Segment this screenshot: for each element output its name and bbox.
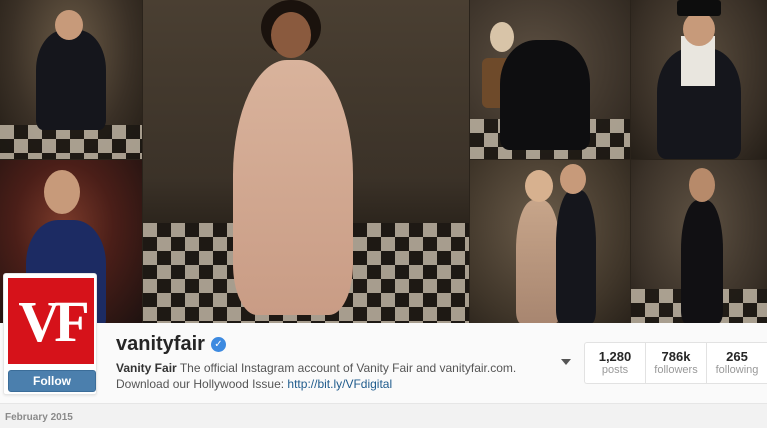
username-row: vanityfair ✓	[116, 333, 226, 356]
profile-picture-card: VF Follow	[3, 273, 97, 395]
stat-posts[interactable]: 1,280 posts	[585, 343, 646, 383]
cover-photo-woman-in-black-dress[interactable]	[631, 160, 767, 323]
cover-photo-couple[interactable]	[470, 160, 630, 323]
stat-followers[interactable]: 786k followers	[646, 343, 707, 383]
vanity-fair-logo[interactable]: VF	[8, 278, 94, 364]
profile-username: vanityfair	[116, 333, 205, 355]
follow-button[interactable]: Follow	[8, 370, 96, 392]
feed-month-label: February 2015	[5, 412, 73, 423]
cover-photo-grid	[0, 0, 767, 323]
stat-following-label: following	[715, 364, 759, 376]
caret-down-icon[interactable]	[561, 359, 571, 365]
stat-followers-count: 786k	[661, 349, 691, 364]
cover-photo-woman-in-pink-gown[interactable]	[143, 0, 469, 323]
cover-photo-man-in-top-hat[interactable]	[631, 0, 767, 159]
profile-bio: Vanity Fair The official Instagram accou…	[116, 360, 556, 392]
stat-posts-count: 1,280	[598, 349, 632, 364]
feed-month-bar	[0, 404, 767, 428]
verified-badge-icon: ✓	[210, 337, 226, 352]
stat-following-count: 265	[726, 349, 748, 364]
stat-posts-label: posts	[601, 364, 629, 376]
bio-full-name: Vanity Fair	[116, 361, 177, 375]
profile-stats: 1,280 posts 786k followers 265 following	[584, 342, 767, 384]
cover-photo-man-in-tuxedo-seated[interactable]	[0, 0, 142, 159]
stat-followers-label: followers	[654, 364, 698, 376]
bio-link[interactable]: http://bit.ly/VFdigital	[287, 377, 392, 391]
cover-photo-woman-in-black-gown[interactable]	[470, 0, 630, 159]
stat-following[interactable]: 265 following	[707, 343, 767, 383]
